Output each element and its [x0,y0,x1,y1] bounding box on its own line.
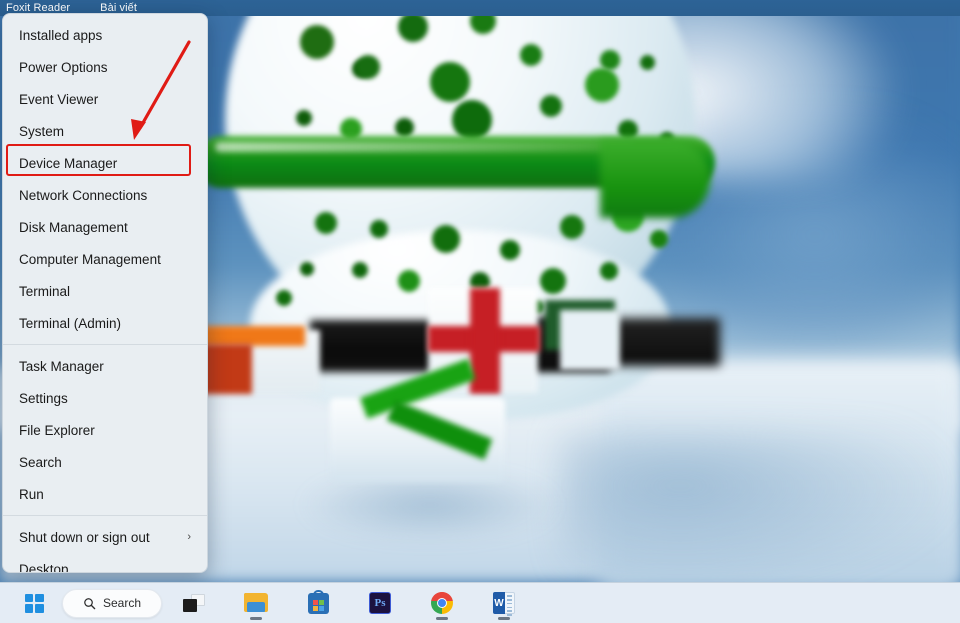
word-icon: W [493,592,515,614]
search-icon [83,597,96,610]
wallpaper-dot [600,50,620,70]
menu-item-disk-management[interactable]: Disk Management [3,211,207,243]
running-indicator [498,617,510,620]
menu-item-power-options[interactable]: Power Options [3,51,207,83]
task-view-icon [183,594,205,612]
menu-item-label: Event Viewer [19,92,195,107]
taskbar-button-microsoft-store[interactable] [298,585,338,621]
microsoft-store-icon [308,593,329,614]
wallpaper-dot [540,268,566,294]
menu-item-search[interactable]: Search [3,446,207,478]
wallpaper-gift-orange-ribbon [200,326,305,346]
wallpaper-dot [650,230,668,248]
wallpaper-dot [370,220,388,238]
taskbar-button-google-chrome[interactable] [422,585,462,621]
menu-item-label: Run [19,487,195,502]
wallpaper-dot [276,290,292,306]
menu-item-device-manager[interactable]: Device Manager [3,147,207,179]
menu-item-label: Task Manager [19,359,195,374]
wallpaper-dot [585,68,619,102]
running-indicator [250,617,262,620]
menu-item-network-connections[interactable]: Network Connections [3,179,207,211]
menu-item-label: Computer Management [19,252,195,267]
wallpaper-dot [540,95,562,117]
menu-item-label: Settings [19,391,195,406]
wallpaper-ground-shadow [560,430,960,582]
windows-taskbar[interactable]: Search Ps [0,582,960,623]
menu-item-label: Shut down or sign out [19,530,187,545]
wallpaper-dot [500,240,520,260]
menu-item-label: Search [19,455,195,470]
menu-item-shut-down-or-sign-out[interactable]: Shut down or sign out› [3,521,207,553]
menu-item-label: Device Manager [19,156,195,171]
menu-item-label: Disk Management [19,220,195,235]
taskbar-button-photoshop[interactable]: Ps [360,585,400,621]
wallpaper-dot [430,62,470,102]
photoshop-icon: Ps [369,592,391,614]
windows-logo-icon [25,594,44,613]
wallpaper-dot [560,215,584,239]
menu-item-label: Terminal [19,284,195,299]
start-button[interactable] [14,585,54,621]
wallpaper-gift-white-right [560,310,620,370]
word-glyph: W [493,592,505,614]
menu-separator [3,515,207,516]
taskbar-button-microsoft-word[interactable]: W [484,585,524,621]
wallpaper-dot [296,110,312,126]
wallpaper-dot [452,100,492,140]
menu-item-label: Installed apps [19,28,195,43]
menu-item-file-explorer[interactable]: File Explorer [3,414,207,446]
menu-item-terminal-admin[interactable]: Terminal (Admin) [3,307,207,339]
menu-item-run[interactable]: Run [3,478,207,510]
wallpaper-dot [398,270,420,292]
wallpaper-dot [356,55,380,79]
power-user-menu[interactable]: Installed apps Power Options Event Viewer S… [2,13,208,573]
search-label: Search [103,596,141,610]
file-explorer-icon [244,593,268,613]
taskbar-button-task-view[interactable] [174,585,214,621]
menu-item-computer-management[interactable]: Computer Management [3,243,207,275]
wallpaper-dot [600,262,618,280]
menu-item-terminal[interactable]: Terminal [3,275,207,307]
menu-item-system[interactable]: System [3,115,207,147]
menu-item-label: File Explorer [19,423,195,438]
menu-item-desktop[interactable]: Desktop [3,553,207,573]
menu-item-installed-apps[interactable]: Installed apps [3,19,207,51]
chrome-icon [431,592,453,614]
wallpaper-dot [432,225,460,253]
menu-item-label: Power Options [19,60,195,75]
menu-item-task-manager[interactable]: Task Manager [3,350,207,382]
wallpaper-dot [352,262,368,278]
wallpaper-dot [315,212,337,234]
menu-item-settings[interactable]: Settings [3,382,207,414]
menu-item-label: System [19,124,195,139]
wallpaper-green-band-right [600,140,710,218]
wallpaper-dot [398,12,428,42]
menu-item-label: Network Connections [19,188,195,203]
wallpaper-dot [640,55,655,70]
menu-item-label: Desktop [19,562,195,574]
menu-item-label: Terminal (Admin) [19,316,195,331]
wallpaper-dot [300,262,314,276]
wallpaper-green-band-highlight [215,142,635,152]
menu-item-event-viewer[interactable]: Event Viewer [3,83,207,115]
chevron-right-icon: › [187,531,195,543]
taskbar-search-box[interactable]: Search [62,589,162,618]
running-indicator [436,617,448,620]
wallpaper-dot [300,25,334,59]
wallpaper-dot [520,44,542,66]
wallpaper-dot [395,118,414,137]
menu-separator [3,344,207,345]
taskbar-button-file-explorer[interactable] [236,585,276,621]
